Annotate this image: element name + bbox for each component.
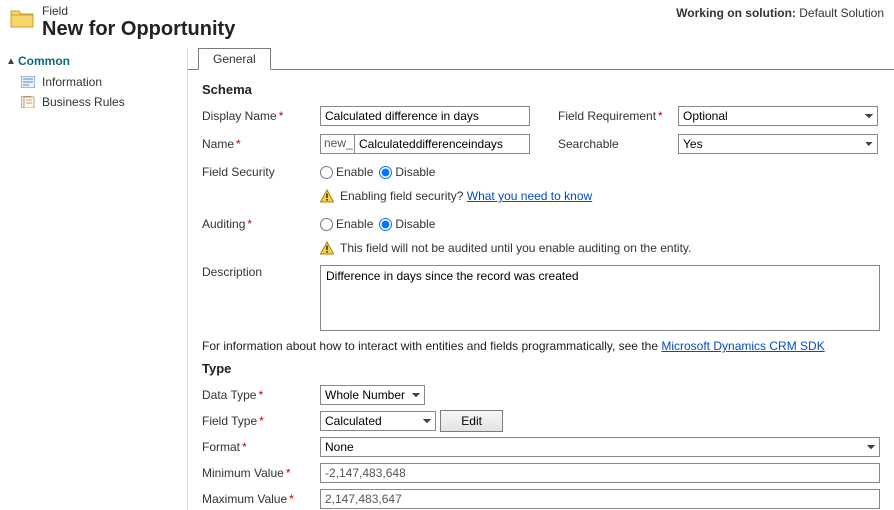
warning-icon <box>320 241 334 255</box>
sidebar-item-information[interactable]: Information <box>2 72 187 92</box>
format-select[interactable]: None <box>320 437 880 457</box>
searchable-select[interactable]: Yes <box>678 134 878 154</box>
data-type-label: Data Type* <box>202 388 320 402</box>
auditing-enable[interactable]: Enable <box>320 217 373 231</box>
auditing-info: This field will not be audited until you… <box>320 241 880 255</box>
name-label: Name* <box>202 137 320 151</box>
rules-icon <box>20 95 36 109</box>
edit-button[interactable]: Edit <box>440 410 503 432</box>
name-prefix: new_ <box>320 134 354 154</box>
crm-sdk-link[interactable]: Microsoft Dynamics CRM SDK <box>661 339 824 353</box>
name-input[interactable] <box>354 134 530 154</box>
section-schema: Schema <box>202 82 880 97</box>
section-type: Type <box>202 361 880 376</box>
field-security-disable[interactable]: Disable <box>379 165 435 179</box>
sidebar-section-common[interactable]: ▲ Common <box>2 52 187 72</box>
header-titles: Field New for Opportunity <box>42 4 235 40</box>
field-requirement-select[interactable]: Optional <box>678 106 878 126</box>
min-value-label: Minimum Value* <box>202 466 320 480</box>
tabstrip: General <box>188 48 894 70</box>
folder-icon <box>8 4 36 32</box>
field-type-select[interactable]: Calculated <box>320 411 436 431</box>
field-security-info: Enabling field security? What you need t… <box>320 189 880 203</box>
sidebar-item-business-rules[interactable]: Business Rules <box>2 92 187 112</box>
chevron-down-icon: ▲ <box>6 56 16 67</box>
solution-name: Working on solution: Default Solution <box>676 4 884 20</box>
field-type-label: Field Type* <box>202 414 320 428</box>
form-icon <box>20 75 36 89</box>
max-value-label: Maximum Value* <box>202 492 320 506</box>
min-value-input[interactable] <box>320 463 880 483</box>
field-security-enable[interactable]: Enable <box>320 165 373 179</box>
field-security-help-link[interactable]: What you need to know <box>467 189 592 203</box>
format-label: Format* <box>202 440 320 454</box>
main-panel: General Schema Display Name* Field Requi… <box>188 48 894 510</box>
field-security-radios: Enable Disable <box>320 165 435 179</box>
sidebar-item-label: Business Rules <box>42 95 125 109</box>
header-subtitle: Field <box>42 4 235 18</box>
display-name-input[interactable] <box>320 106 530 126</box>
field-requirement-label: Field Requirement* <box>558 109 678 123</box>
data-type-select[interactable]: Whole Number <box>320 385 425 405</box>
auditing-disable[interactable]: Disable <box>379 217 435 231</box>
field-security-label: Field Security <box>202 165 320 179</box>
description-input[interactable]: Difference in days since the record was … <box>320 265 880 331</box>
auditing-radios: Enable Disable <box>320 217 435 231</box>
auditing-label: Auditing* <box>202 217 320 231</box>
sidebar: ▲ Common Information Business Rules <box>0 48 188 510</box>
warning-icon <box>320 189 334 203</box>
description-label: Description <box>202 265 320 279</box>
window-header: Field New for Opportunity Working on sol… <box>0 0 894 48</box>
searchable-label: Searchable <box>558 137 678 151</box>
display-name-label: Display Name* <box>202 109 320 123</box>
tab-general[interactable]: General <box>198 48 271 70</box>
general-form: Schema Display Name* Field Requirement* … <box>188 70 894 510</box>
sdk-info: For information about how to interact wi… <box>202 339 880 353</box>
max-value-input[interactable] <box>320 489 880 509</box>
page-title: New for Opportunity <box>42 18 235 40</box>
sidebar-item-label: Information <box>42 75 102 89</box>
